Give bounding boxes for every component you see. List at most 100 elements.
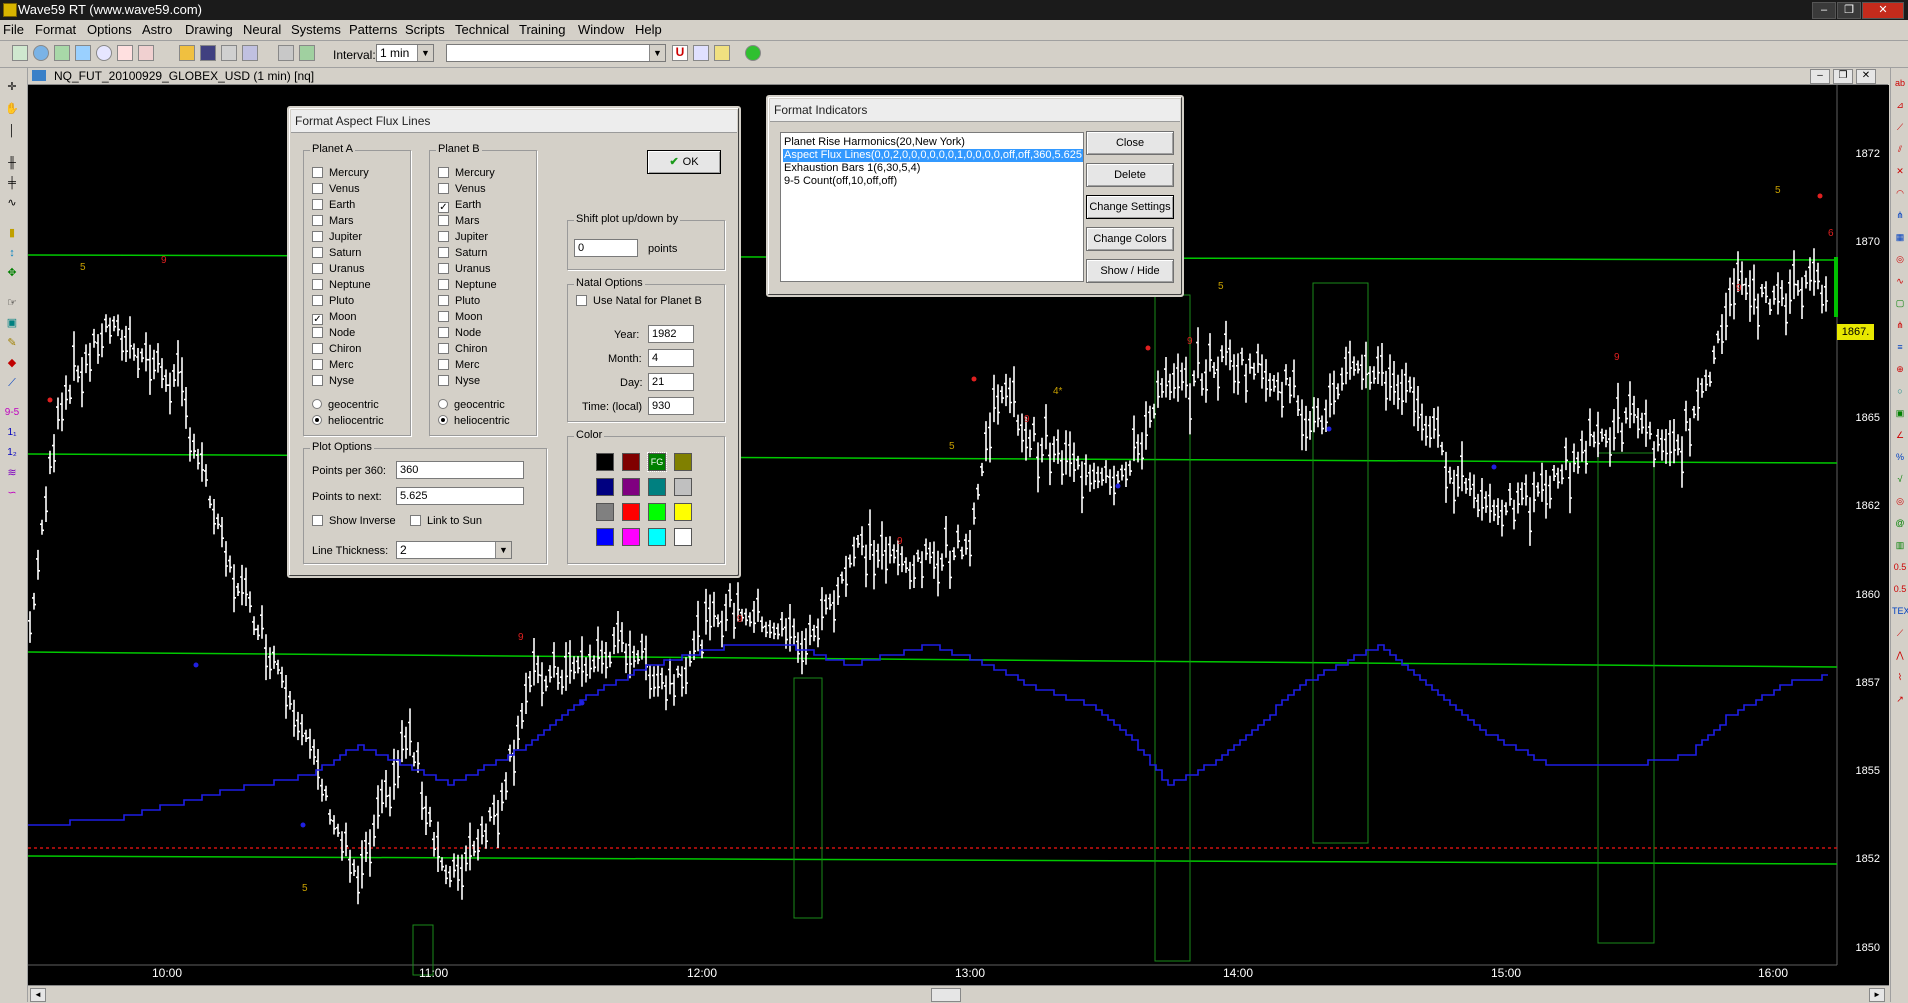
count-95-icon[interactable]: 9-5 <box>4 406 20 420</box>
zigzag-icon[interactable]: ⋀ <box>1892 648 1908 662</box>
boxes-icon[interactable]: ▥ <box>1892 538 1908 552</box>
menu-scripts[interactable]: Scripts <box>405 22 445 37</box>
maximize-button[interactable]: ❐ <box>1837 2 1861 19</box>
planet-b-node[interactable]: Node <box>438 327 481 341</box>
planet-a-geocentric[interactable]: geocentric <box>312 399 379 413</box>
arrow-up-icon[interactable]: ↗ <box>1892 692 1908 706</box>
angle-icon[interactable]: ∠ <box>1892 428 1908 442</box>
target-tool-icon[interactable]: ◎ <box>1892 494 1908 508</box>
points-per-360-input[interactable]: 360 <box>396 461 524 479</box>
color-swatch[interactable] <box>674 478 692 496</box>
vertical-line-icon[interactable]: │ <box>4 124 20 138</box>
menu-training[interactable]: Training <box>519 22 565 37</box>
candles-icon[interactable]: ╪ <box>4 176 20 190</box>
arrows-icon[interactable]: ↕ <box>4 246 20 260</box>
ratio-2-icon[interactable]: 0.5 <box>1892 582 1908 596</box>
menu-astro[interactable]: Astro <box>142 22 172 37</box>
menu-patterns[interactable]: Patterns <box>349 22 397 37</box>
planet-b-geocentric[interactable]: geocentric <box>438 399 505 413</box>
color-swatch[interactable] <box>596 453 614 471</box>
planet-b-chiron[interactable]: Chiron <box>438 343 487 357</box>
fib-icon[interactable]: ⊿ <box>1892 98 1908 112</box>
planet-b-mars[interactable]: Mars <box>438 215 479 229</box>
car-icon[interactable]: ◆ <box>4 356 20 370</box>
list-item[interactable]: Exhaustion Bars 1(6,30,5,4) <box>783 162 921 175</box>
spiral-tool-icon[interactable]: @ <box>1892 516 1908 530</box>
sqrt-icon[interactable]: √ <box>1892 472 1908 486</box>
grid-tool-icon[interactable]: ▦ <box>1892 230 1908 244</box>
menu-systems[interactable]: Systems <box>291 22 341 37</box>
ratio-icon[interactable]: 0.5 <box>1892 560 1908 574</box>
planet-a-heliocentric[interactable]: heliocentric <box>312 415 384 429</box>
color-swatch[interactable] <box>674 503 692 521</box>
planet-b-earth[interactable]: ✓ Earth <box>438 199 481 213</box>
show-inverse-checkbox[interactable]: Show Inverse <box>312 515 396 529</box>
menu-help[interactable]: Help <box>635 22 662 37</box>
count-2-icon[interactable]: 1₂ <box>4 446 20 460</box>
shift-input[interactable]: 0 <box>574 239 638 257</box>
color-swatch[interactable] <box>674 528 692 546</box>
planet-a-venus[interactable]: Venus <box>312 183 360 197</box>
parallel-icon[interactable]: ≡ <box>1892 340 1908 354</box>
planet-a-uranus[interactable]: Uranus <box>312 263 364 277</box>
menu-format[interactable]: Format <box>35 22 76 37</box>
new-chart-icon[interactable] <box>12 45 28 61</box>
planet-b-moon[interactable]: Moon <box>438 311 483 325</box>
use-natal-checkbox[interactable]: Use Natal for Planet B <box>576 295 702 309</box>
copy-icon[interactable] <box>221 45 237 61</box>
pencil-icon[interactable]: ✎ <box>4 336 20 350</box>
restore-chart-button[interactable]: ❐ <box>1833 69 1853 84</box>
interval-select[interactable]: 1 min ▼ <box>376 44 434 62</box>
change-colors-button[interactable]: Change Colors <box>1086 227 1174 251</box>
expand-icon[interactable]: ✥ <box>4 266 20 280</box>
ray-icon[interactable]: ⟋ <box>1892 626 1908 640</box>
marker-icon[interactable]: ▮ <box>4 226 20 240</box>
color-swatch[interactable] <box>648 503 666 521</box>
crosshair-icon[interactable]: ✛ <box>4 80 20 94</box>
planet-a-node[interactable]: Node <box>312 327 355 341</box>
menu-file[interactable]: File <box>3 22 24 37</box>
menu-window[interactable]: Window <box>578 22 624 37</box>
chart-hscrollbar[interactable]: ◄ ► <box>28 985 1889 1003</box>
count-icon[interactable]: 1₁ <box>4 426 20 440</box>
planet-b-nyse[interactable]: Nyse <box>438 375 480 389</box>
fan-icon[interactable]: ⋔ <box>1892 208 1908 222</box>
arc-icon[interactable]: ◠ <box>1892 186 1908 200</box>
symbol-select[interactable]: ▼ <box>446 44 666 62</box>
export-icon[interactable] <box>299 45 315 61</box>
change-settings-button[interactable]: Change Settings <box>1086 195 1174 219</box>
bars-icon[interactable]: ╫ <box>4 156 20 170</box>
wheel-icon[interactable]: ⊕ <box>1892 362 1908 376</box>
curve-icon[interactable] <box>138 45 154 61</box>
planet-b-jupiter[interactable]: Jupiter <box>438 231 488 245</box>
grid-icon[interactable] <box>54 45 70 61</box>
close-button[interactable]: Close <box>1086 131 1174 155</box>
menu-neural[interactable]: Neural <box>243 22 281 37</box>
planet-a-merc[interactable]: Merc <box>312 359 353 373</box>
hand-icon[interactable]: ✋ <box>4 102 20 116</box>
indicator-list[interactable]: Planet Rise Harmonics(20,New York) Aspec… <box>780 132 1084 282</box>
color-swatch[interactable] <box>596 528 614 546</box>
square-icon[interactable]: ▢ <box>1892 296 1908 310</box>
planet-a-neptune[interactable]: Neptune <box>312 279 371 293</box>
time-input[interactable]: 930 <box>648 397 694 415</box>
planet-a-pluto[interactable]: Pluto <box>312 295 354 309</box>
color-swatch[interactable] <box>596 503 614 521</box>
delete-button[interactable]: Delete <box>1086 163 1174 187</box>
planet-a-moon[interactable]: ✓ Moon <box>312 311 357 325</box>
color-swatch[interactable] <box>596 478 614 496</box>
day-input[interactable]: 21 <box>648 373 694 391</box>
trendline-icon[interactable]: ⟋ <box>1892 120 1908 134</box>
planet-b-venus[interactable]: Venus <box>438 183 486 197</box>
planet-b-merc[interactable]: Merc <box>438 359 479 373</box>
color-swatch[interactable] <box>622 478 640 496</box>
table-icon[interactable] <box>75 45 91 61</box>
save-icon[interactable] <box>200 45 216 61</box>
close-window-button[interactable]: ✕ <box>1862 2 1904 19</box>
percent-icon[interactable]: % <box>1892 450 1908 464</box>
minimize-chart-button[interactable]: – <box>1810 69 1830 84</box>
color-swatch[interactable] <box>622 453 640 471</box>
planet-b-heliocentric[interactable]: heliocentric <box>438 415 510 429</box>
planet-b-mercury[interactable]: Mercury <box>438 167 495 181</box>
cycles-icon[interactable]: ∿ <box>1892 274 1908 288</box>
